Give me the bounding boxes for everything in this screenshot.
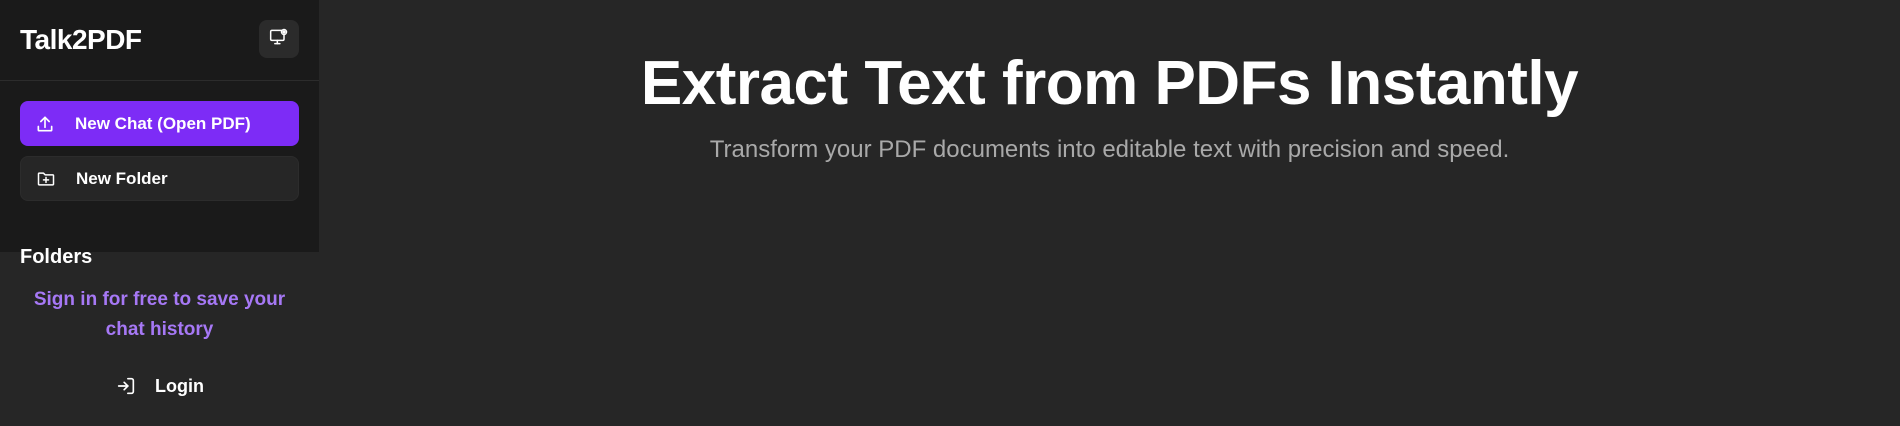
signin-prompt-link[interactable]: Sign in for free to save your chat histo… xyxy=(20,285,299,345)
sidebar-top-panel: Talk2PDF New Chat (Open PDF) New Folder xyxy=(0,0,319,252)
page-title: Extract Text from PDFs Instantly xyxy=(640,49,1579,118)
page-subtitle: Transform your PDF documents into editab… xyxy=(709,136,1510,163)
sidebar: Talk2PDF New Chat (Open PDF) New Folder … xyxy=(0,0,319,426)
settings-button[interactable] xyxy=(259,20,299,58)
login-label: Login xyxy=(155,375,204,396)
new-chat-button[interactable]: New Chat (Open PDF) xyxy=(20,101,299,146)
folders-heading: Folders xyxy=(20,246,93,268)
sidebar-header: Talk2PDF xyxy=(0,0,319,81)
monitor-settings-icon xyxy=(269,27,289,52)
new-chat-label: New Chat (Open PDF) xyxy=(75,113,251,133)
main-content: Extract Text from PDFs Instantly Transfo… xyxy=(319,0,1900,426)
new-folder-label: New Folder xyxy=(76,168,168,188)
folder-plus-icon xyxy=(36,169,56,189)
app-logo-title: Talk2PDF xyxy=(20,24,142,55)
app-window: Talk2PDF New Chat (Open PDF) New Folder … xyxy=(0,0,1900,426)
upload-icon xyxy=(35,114,55,134)
login-icon xyxy=(115,375,137,397)
new-folder-button[interactable]: New Folder xyxy=(20,156,299,201)
login-button[interactable]: Login xyxy=(0,372,319,400)
